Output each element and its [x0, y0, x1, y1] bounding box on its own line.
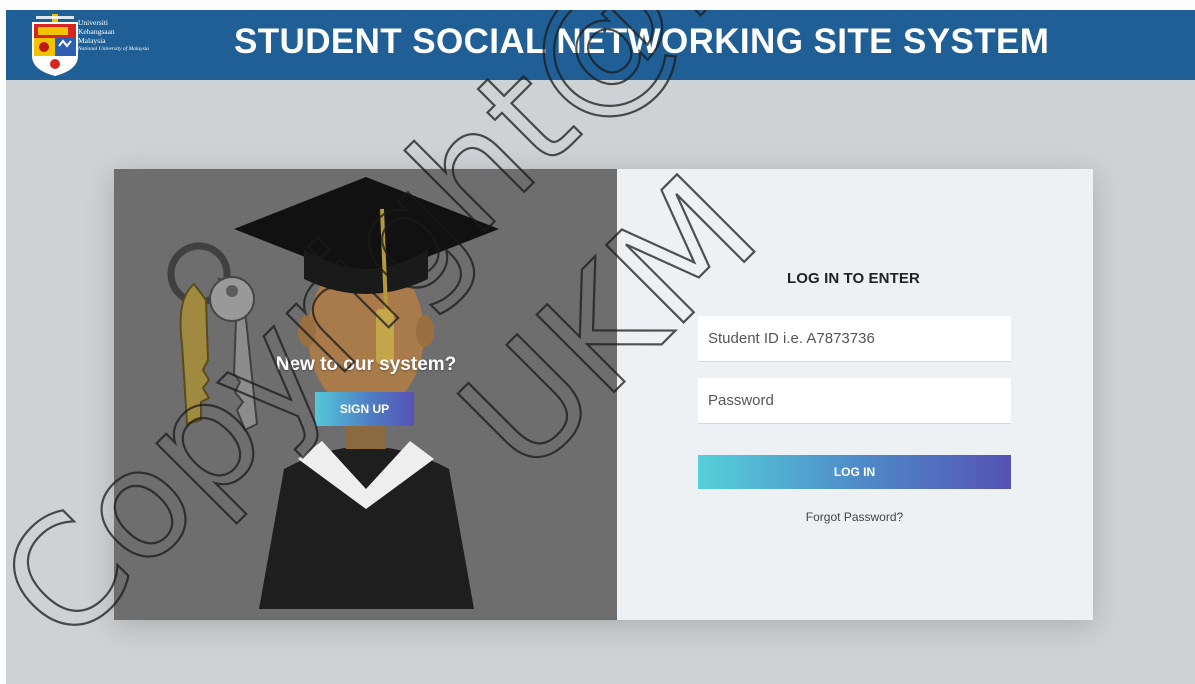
- logo-wordmark: Universiti Kebangsaan Malaysia National …: [78, 18, 150, 52]
- forgot-password-link[interactable]: Forgot Password?: [698, 510, 1011, 524]
- logo-line-2: Kebangsaan: [78, 27, 115, 36]
- site-header: Universiti Kebangsaan Malaysia National …: [6, 10, 1195, 80]
- signup-heading: New to our system?: [275, 354, 457, 375]
- login-panel: LOG IN TO ENTER LOG IN Forgot Password?: [617, 169, 1093, 620]
- page-frame: Universiti Kebangsaan Malaysia National …: [6, 10, 1195, 684]
- auth-card: New to our system? SIGN UP LOG IN TO ENT…: [114, 169, 1093, 620]
- signup-panel: New to our system? SIGN UP: [114, 169, 617, 620]
- logo-line-3: Malaysia: [78, 36, 106, 45]
- logo-line-1: Universiti: [78, 18, 108, 27]
- site-title: STUDENT SOCIAL NETWORKING SITE SYSTEM: [234, 22, 1050, 61]
- login-title: LOG IN TO ENTER: [787, 270, 920, 287]
- logo-line-4: National University of Malaysia: [78, 46, 150, 52]
- student-id-input[interactable]: [698, 316, 1011, 362]
- signup-button[interactable]: SIGN UP: [315, 392, 414, 426]
- login-button[interactable]: LOG IN: [698, 455, 1011, 489]
- password-input[interactable]: [698, 378, 1011, 424]
